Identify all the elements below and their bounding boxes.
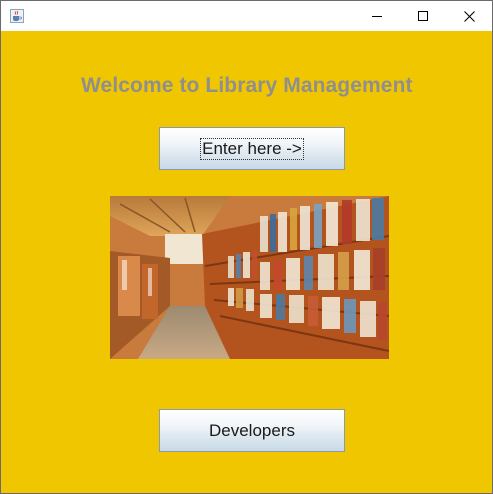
close-icon: [463, 10, 475, 22]
library-bookshelves-image: [110, 196, 389, 359]
title-bar[interactable]: [1, 1, 492, 31]
minimize-button[interactable]: [354, 1, 400, 31]
maximize-button[interactable]: [400, 1, 446, 31]
enter-button[interactable]: Enter here ->: [159, 127, 345, 170]
main-panel: Welcome to Library Management Enter here…: [1, 31, 492, 493]
java-cup-icon: [10, 9, 24, 23]
developers-button-label: Developers: [209, 420, 295, 440]
maximize-icon: [418, 11, 428, 21]
developers-button[interactable]: Developers: [159, 409, 345, 452]
close-button[interactable]: [446, 1, 492, 31]
minimize-icon: [372, 16, 382, 17]
application-window: Welcome to Library Management Enter here…: [0, 0, 493, 494]
welcome-heading: Welcome to Library Management: [81, 74, 413, 97]
enter-button-label: Enter here ->: [200, 137, 304, 160]
